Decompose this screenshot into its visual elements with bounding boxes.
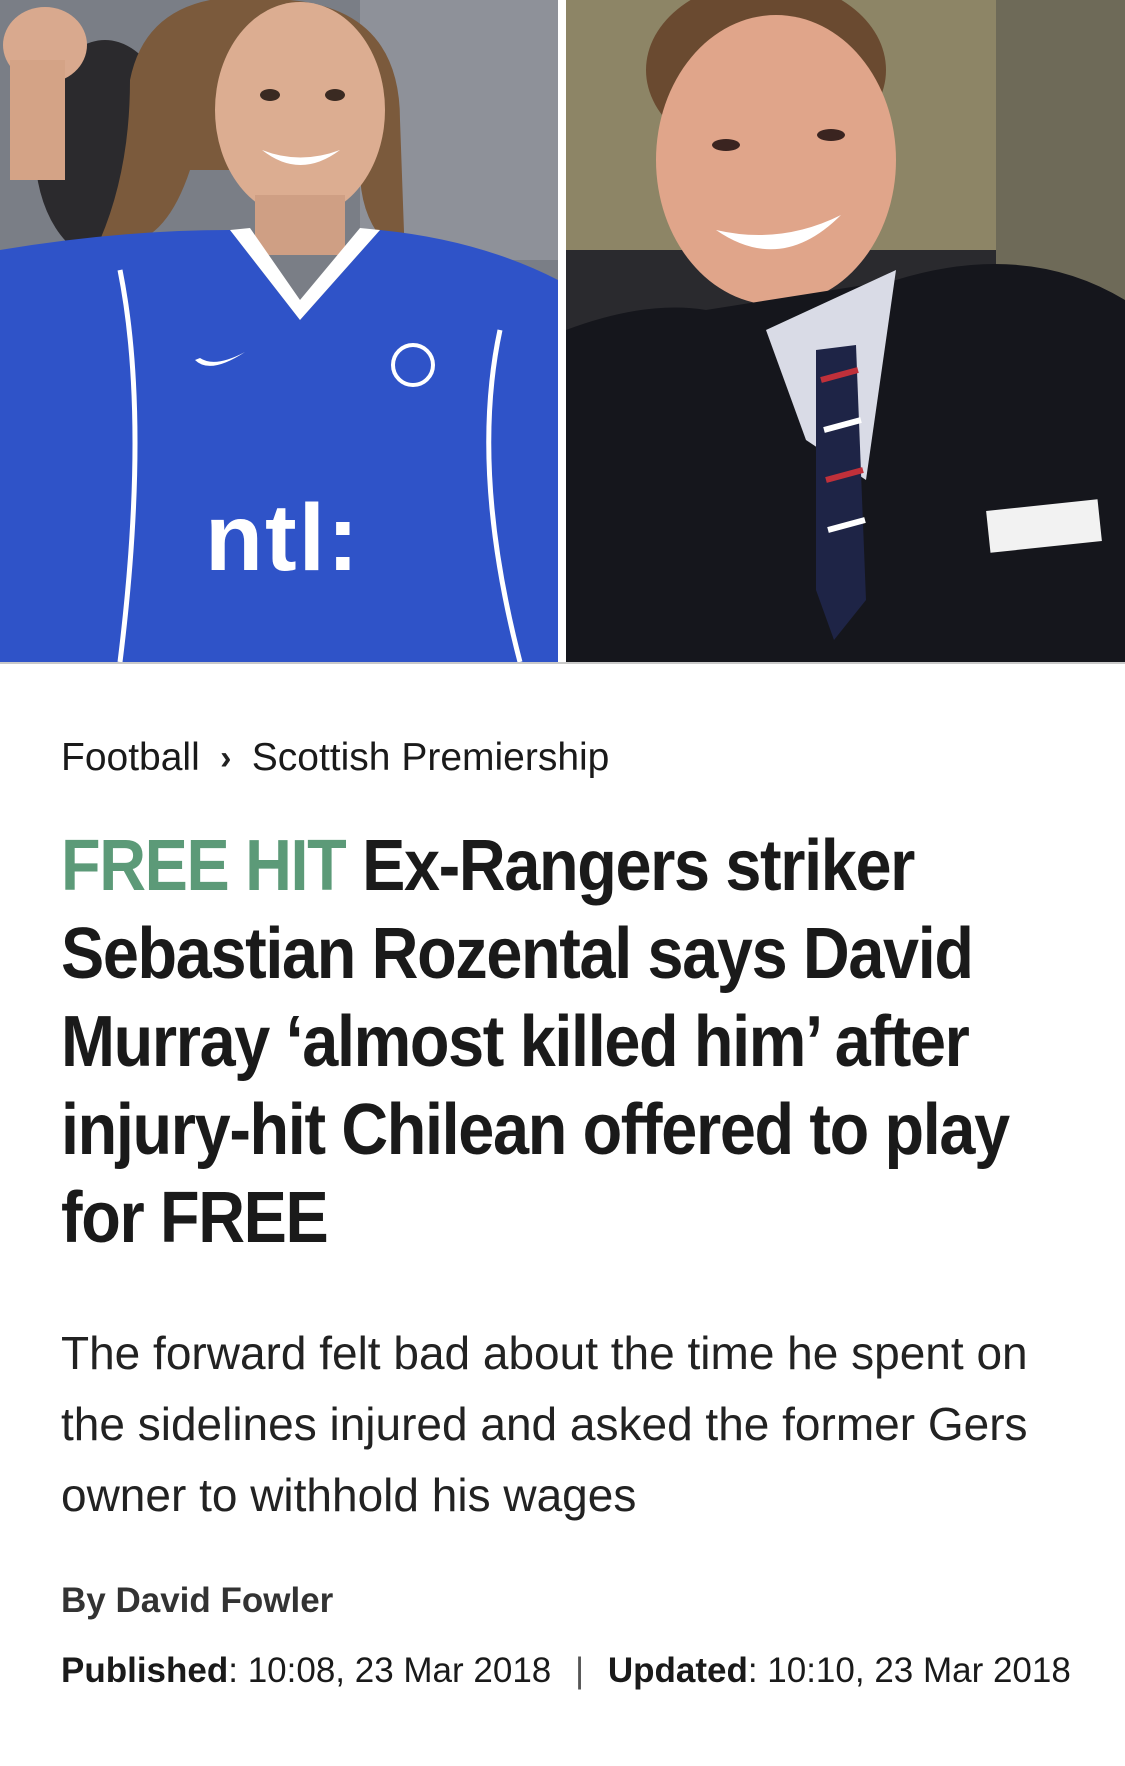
breadcrumb: Football › Scottish Premiership: [61, 728, 1071, 788]
updated-colon: :: [747, 1651, 768, 1690]
headline: FREE HIT Ex-Rangers striker Sebastian Ro…: [61, 822, 1060, 1262]
standfirst: The forward felt bad about the time he s…: [61, 1327, 1028, 1521]
published-label: Published: [61, 1651, 229, 1690]
shirt-sponsor: ntl:: [205, 485, 361, 591]
article-dates: Published: 10:08, 23 Mar 2018 | Updated:…: [61, 1643, 1071, 1699]
article-header: Football › Scottish Premiership FREE HIT…: [61, 728, 1071, 1699]
published-value: 10:08, 23 Mar 2018: [247, 1651, 552, 1690]
breadcrumb-scottish-premiership[interactable]: Scottish Premiership: [252, 736, 610, 780]
breadcrumb-football[interactable]: Football: [61, 736, 200, 780]
headline-kicker: FREE HIT: [61, 826, 347, 906]
date-divider: |: [575, 1651, 585, 1690]
byline[interactable]: By David Fowler: [61, 1573, 1071, 1629]
published-colon: :: [228, 1651, 248, 1690]
hero-image[interactable]: ntl:: [0, 0, 1125, 664]
updated-value: 10:10, 23 Mar 2018: [767, 1651, 1071, 1690]
chairman-photo: [566, 0, 1125, 662]
chevron-right-icon: ›: [220, 738, 232, 777]
player-photo: ntl:: [0, 0, 558, 662]
updated-label: Updated: [607, 1651, 748, 1690]
